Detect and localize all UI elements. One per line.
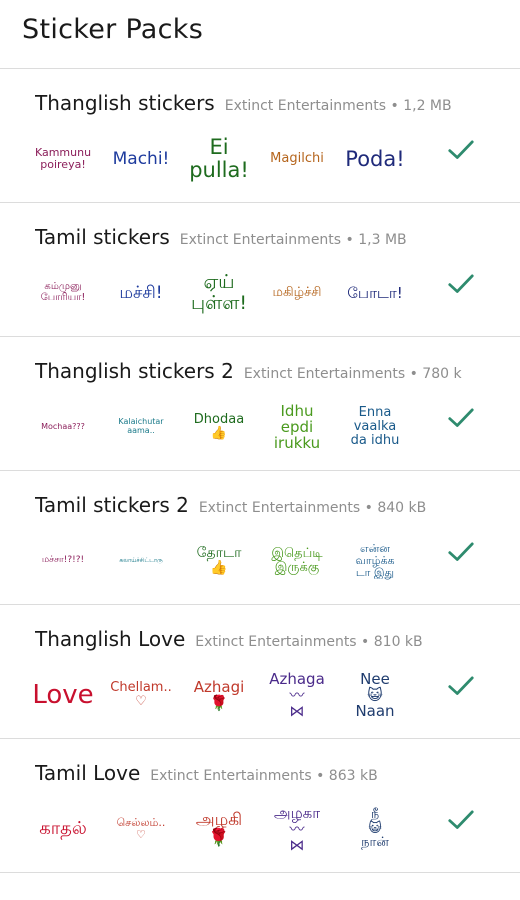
- pack-name: Tamil Love: [35, 761, 141, 785]
- added-check-icon: [446, 671, 476, 701]
- sticker-preview: Azhaga 〰 ⋈: [269, 669, 325, 721]
- pack-name: Thanglish stickers 2: [35, 359, 234, 383]
- pack-meta: Extinct Entertainments • 863 kB: [150, 768, 378, 784]
- pack-header: Thanglish Love Extinct Entertainments • 8…: [35, 627, 510, 651]
- sticker-pack-row[interactable]: Thanglish stickers 2 Extinct Entertainmen…: [0, 336, 520, 470]
- added-check-icon: [446, 269, 476, 299]
- sticker-preview: Kalaichutar aama..: [118, 417, 164, 435]
- sticker-preview: மச்சா!?!?!: [41, 555, 85, 566]
- sticker-preview: நீ 😺 நான்: [361, 806, 389, 851]
- sticker-preview: கம்முனு போரியா!: [40, 281, 86, 303]
- sticker-preview: Magilchi: [270, 150, 324, 166]
- sticker-preview: மச்சி!: [119, 282, 163, 303]
- sticker-preview: Machi!: [112, 148, 170, 169]
- pack-name: Tamil stickers 2: [35, 493, 189, 517]
- sticker-preview: Azhagi 🌹: [193, 677, 245, 712]
- sticker-preview-row: மச்சா!?!?! கலாய்ச்சிட்டாரு தோடா 👍 இதெப்டி இ…: [24, 529, 424, 593]
- sticker-preview: செல்லம்.. ♡: [116, 816, 166, 841]
- added-check-icon: [446, 403, 476, 433]
- pack-header: Thanglish stickers 2 Extinct Entertainmen…: [35, 359, 510, 383]
- pack-meta: Extinct Entertainments • 1,3 MB: [179, 232, 407, 248]
- pack-meta: Extinct Entertainments • 810 kB: [195, 634, 423, 650]
- sticker-preview: Poda!: [345, 146, 405, 171]
- page-title: Sticker Packs: [22, 14, 204, 45]
- sticker-preview: Idhu epdi irukku: [273, 401, 321, 453]
- sticker-preview-row: காதல் செல்லம்.. ♡ அழகி 🌹 அழகா 〰 ⋈ நீ 😺 நான்: [24, 797, 424, 861]
- sticker-pack-row[interactable]: Thanglish Love Extinct Entertainments • 8…: [0, 604, 520, 738]
- sticker-preview: Nee 😺 Naan: [355, 669, 395, 721]
- pack-name: Thanglish Love: [35, 627, 186, 651]
- pack-name: Tamil stickers: [35, 225, 170, 249]
- pack-meta: Extinct Entertainments • 780 k: [243, 366, 462, 382]
- sticker-preview-row: Kammunu poireya! Machi! Ei pulla! Magilchi P…: [24, 127, 424, 191]
- pack-header: Tamil stickers Extinct Entertainments • 1…: [35, 225, 510, 249]
- sticker-preview: மகிழ்ச்சி: [272, 284, 322, 300]
- pack-name: Thanglish stickers: [35, 91, 215, 115]
- sticker-pack-row[interactable]: Thanglish stickers Extinct Entertainments…: [0, 68, 520, 202]
- sticker-preview: இதெப்டி இருக்கு: [271, 545, 323, 575]
- sticker-preview: காதல்: [39, 818, 87, 840]
- added-check-icon: [446, 805, 476, 835]
- sticker-preview-row: Love Chellam.. ♡ Azhagi 🌹 Azhaga 〰 ⋈ Nee 😺 N…: [24, 663, 424, 727]
- sticker-preview: Enna vaalka da idhu: [350, 404, 400, 449]
- sticker-preview: அழகா 〰 ⋈: [273, 803, 321, 855]
- pack-header: Tamil Love Extinct Entertainments • 863 k…: [35, 761, 510, 785]
- added-check-icon: [446, 135, 476, 165]
- pack-meta: Extinct Entertainments • 840 kB: [198, 500, 427, 516]
- sticker-preview: கலாய்ச்சிட்டாரு: [119, 556, 163, 564]
- sticker-preview: என்ன வாழ்க்க டா இது: [355, 542, 395, 579]
- pack-header: Tamil stickers 2 Extinct Entertainments •…: [35, 493, 510, 517]
- sticker-pack-row[interactable]: Tamil stickers 2 Extinct Entertainments •…: [0, 470, 520, 604]
- sticker-preview: போடா!: [347, 283, 403, 302]
- sticker-preview: Love: [32, 679, 94, 710]
- pack-header: Thanglish stickers Extinct Entertainments…: [35, 91, 510, 115]
- sticker-preview: Ei pulla!: [189, 135, 249, 182]
- sticker-preview: தோடா 👍: [196, 544, 242, 576]
- pack-meta: Extinct Entertainments • 1,2 MB: [224, 98, 452, 114]
- sticker-pack-row[interactable]: Tamil stickers Extinct Entertainments • 1…: [0, 202, 520, 336]
- sticker-preview-row: கம்முனு போரியா! மச்சி! ஏய் புள்ள! மகிழ்ச்சி…: [24, 261, 424, 325]
- sticker-preview: Kammunu poireya!: [34, 146, 92, 171]
- sticker-preview: ஏய் புள்ள!: [190, 271, 248, 314]
- sticker-preview: அழகி 🌹: [195, 809, 243, 848]
- sticker-pack-row[interactable]: Tamil Love Extinct Entertainments • 863 k…: [0, 738, 520, 873]
- sticker-preview: Dhodaa 👍: [193, 411, 245, 441]
- sticker-pack-list: Thanglish stickers Extinct Entertainments…: [0, 68, 520, 873]
- sticker-preview-row: Mochaa??? Kalaichutar aama.. Dhodaa 👍 Idhu …: [24, 395, 424, 459]
- sticker-preview: Chellam.. ♡: [110, 679, 172, 709]
- added-check-icon: [446, 537, 476, 567]
- sticker-preview: Mochaa???: [41, 421, 85, 431]
